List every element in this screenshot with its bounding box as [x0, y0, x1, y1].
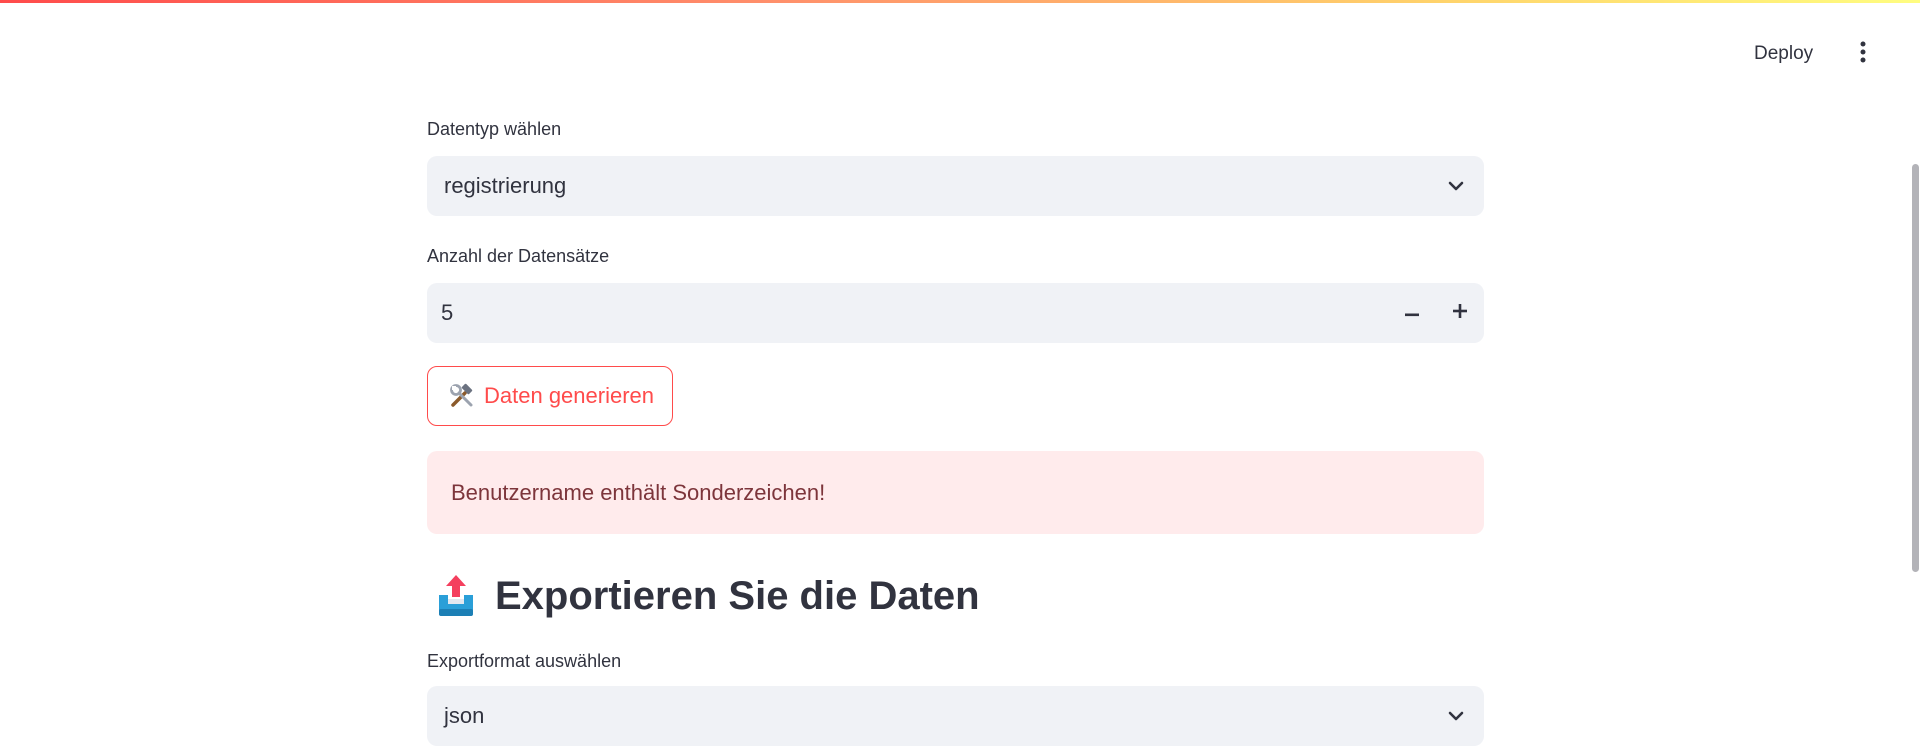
datatype-select[interactable]: registrierung [427, 156, 1484, 216]
datatype-label: Datentyp wählen [427, 119, 562, 139]
minus-icon [1405, 304, 1419, 322]
plus-icon [1453, 303, 1467, 323]
count-number-input[interactable]: 5 [427, 283, 1484, 343]
chevron-down-icon [1446, 706, 1466, 726]
outbox-tray-icon [435, 573, 477, 619]
export-format-selected-value: json [444, 703, 485, 728]
hammer-and-wrench-icon [448, 382, 476, 410]
count-value[interactable]: 5 [441, 300, 1388, 326]
export-heading-text: Exportieren Sie die Daten [495, 573, 980, 618]
generate-data-button[interactable]: Daten generieren [427, 366, 674, 426]
error-alert: Benutzername enthält Sonderzeichen! [427, 451, 1484, 534]
deploy-label: Deploy [1754, 43, 1814, 64]
vertical-ellipsis-icon [1860, 41, 1866, 68]
scrollbar-thumb[interactable] [1912, 164, 1919, 572]
export-format-label: Exportformat auswählen [427, 651, 622, 671]
vertical-scrollbar[interactable] [1910, 140, 1920, 749]
export-format-select[interactable]: json [427, 686, 1484, 746]
main-menu-button[interactable] [1848, 37, 1878, 71]
datatype-selected-value: registrierung [444, 173, 567, 198]
chevron-down-icon [1446, 176, 1466, 196]
export-heading: Exportieren Sie die Daten [435, 566, 980, 626]
top-decoration-bar [0, 0, 1920, 3]
count-label: Anzahl der Datensätze [427, 246, 610, 266]
decrement-button[interactable] [1388, 283, 1436, 343]
generate-data-label: Daten generieren [484, 383, 655, 408]
deploy-button[interactable]: Deploy [1742, 37, 1825, 71]
error-message: Benutzername enthält Sonderzeichen! [451, 479, 826, 505]
increment-button[interactable] [1436, 283, 1484, 343]
